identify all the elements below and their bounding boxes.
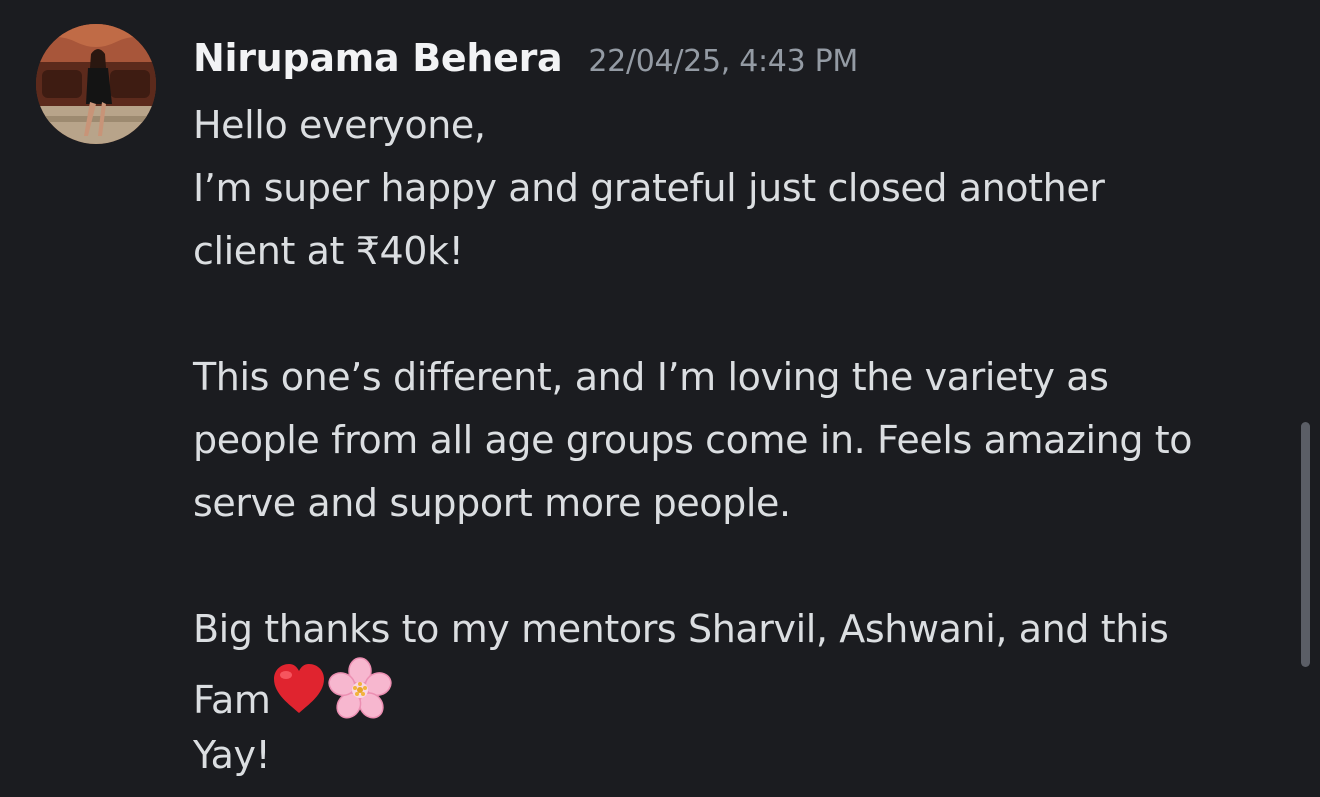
message-line: This one’s different, and I’m loving the… [193, 355, 1109, 399]
message-line-with-emoji: Fam [193, 657, 1283, 724]
message-line: people from all age groups come in. Feel… [193, 418, 1193, 462]
chat-message: Nirupama Behera 22/04/25, 4:43 PM Hello … [0, 0, 1320, 797]
red-heart-icon [270, 660, 328, 737]
message-text: Fam [193, 678, 271, 722]
message-line: Hello everyone, [193, 103, 486, 147]
message-timestamp[interactable]: 22/04/25, 4:43 PM [588, 44, 858, 79]
avatar[interactable] [36, 24, 156, 144]
message-line: client at ₹40k! [193, 229, 464, 273]
scrollbar-thumb[interactable] [1301, 422, 1310, 667]
message-line: Big thanks to my mentors Sharvil, Ashwan… [193, 607, 1169, 651]
author-name[interactable]: Nirupama Behera [193, 36, 563, 80]
message-content: Hello everyone, I’m super happy and grat… [193, 94, 1283, 787]
message-header: Nirupama Behera 22/04/25, 4:43 PM [193, 36, 858, 86]
message-line: serve and support more people. [193, 481, 791, 525]
message-line: I’m super happy and grateful just closed… [193, 166, 1105, 210]
avatar-photo-icon [36, 24, 156, 144]
cherry-blossom-icon [328, 657, 393, 740]
